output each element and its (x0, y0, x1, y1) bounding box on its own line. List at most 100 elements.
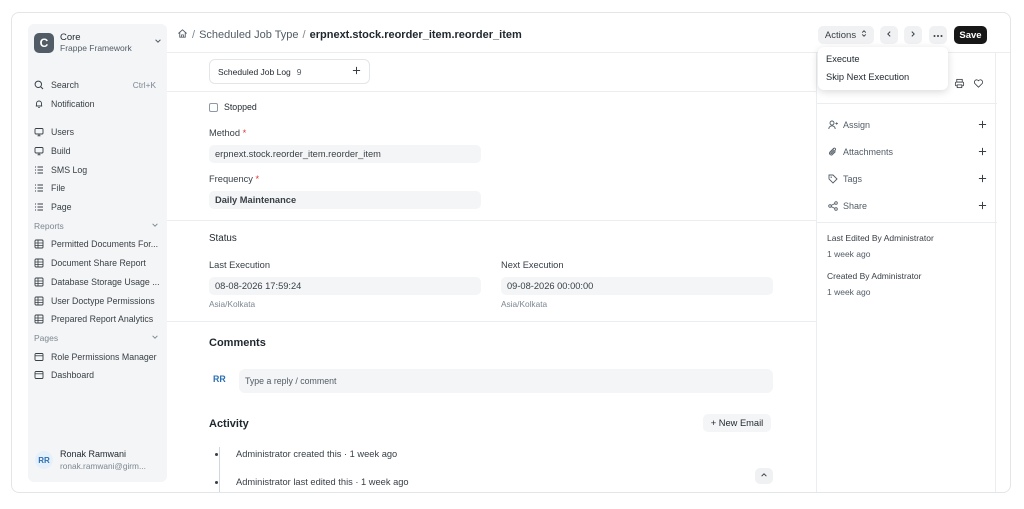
sidebar-item-report[interactable]: Prepared Report Analytics (28, 310, 167, 329)
scroll-to-top-button[interactable] (755, 468, 773, 484)
ellipsis-icon (933, 30, 943, 41)
created-time: 1 week ago (827, 287, 871, 297)
menu-item-skip-next-execution[interactable]: Skip Next Execution (818, 68, 948, 86)
table-icon (34, 239, 44, 249)
comments-title: Comments (209, 337, 266, 349)
form-sidebar: Assign Attachments Tags Share Last Edite… (816, 53, 997, 492)
list-icon (34, 165, 44, 175)
table-icon (34, 258, 44, 268)
assign-row[interactable]: Assign (827, 116, 987, 134)
tag-icon (827, 174, 838, 185)
divider (817, 222, 997, 223)
tags-row[interactable]: Tags (827, 170, 987, 188)
stopped-checkbox[interactable] (209, 102, 218, 112)
sidebar-item-build[interactable]: Build (28, 142, 167, 161)
search-icon (34, 80, 44, 90)
monitor-icon (34, 146, 44, 156)
new-email-button[interactable]: + New Email (703, 414, 771, 432)
window-icon (34, 370, 44, 380)
sidebar-item-sms-log[interactable]: SMS Log (28, 160, 167, 179)
sidebar-item-page-link[interactable]: Dashboard (28, 366, 167, 385)
chevron-down-icon (151, 221, 159, 231)
created-by: Created By Administrator (827, 271, 922, 281)
next-execution-field[interactable]: 09-08-2026 00:00:00 (501, 277, 773, 295)
status-section-title: Status (209, 233, 237, 244)
actions-dropdown-menu: Execute Skip Next Execution (818, 47, 948, 90)
sidebar-item-search[interactable]: Search Ctrl+K (28, 76, 167, 95)
table-icon (34, 296, 44, 306)
more-menu-button[interactable] (929, 26, 947, 44)
attachments-row[interactable]: Attachments (827, 143, 987, 161)
actions-button[interactable]: Actions (818, 26, 874, 44)
chevron-right-icon (909, 30, 917, 41)
last-edited-by: Last Edited By Administrator (827, 233, 934, 243)
sidebar-item-page-link[interactable]: Role Permissions Manager (28, 347, 167, 366)
user-add-icon (827, 120, 838, 131)
table-icon (34, 314, 44, 324)
divider (167, 220, 816, 221)
plus-icon[interactable] (978, 145, 987, 159)
avatar: RR (213, 374, 226, 384)
last-execution-field[interactable]: 08-08-2026 17:59:24 (209, 277, 481, 295)
breadcrumb-parent-link[interactable]: Scheduled Job Type (199, 29, 298, 41)
app-name: Core (60, 32, 81, 43)
app-logo: C (34, 33, 54, 53)
timeline-dot (215, 452, 218, 456)
app-subtitle: Frappe Framework (60, 43, 132, 53)
next-record-button[interactable] (904, 26, 922, 44)
plus-icon[interactable] (978, 118, 987, 132)
next-execution-timezone: Asia/Kolkata (501, 299, 548, 309)
heart-icon[interactable] (973, 78, 984, 91)
sidebar-section-reports[interactable]: Reports (28, 216, 167, 235)
user-menu[interactable]: RR Ronak Ramwani ronak.ramwani@girm... (35, 446, 161, 474)
sidebar-section-pages[interactable]: Pages (28, 329, 167, 348)
avatar: RR (35, 451, 53, 469)
save-button[interactable]: Save (954, 26, 987, 44)
divider (167, 321, 816, 322)
timeline-dot (215, 480, 218, 484)
app-switcher[interactable]: C Core Frappe Framework (34, 30, 162, 56)
prev-record-button[interactable] (880, 26, 898, 44)
home-icon[interactable] (177, 28, 188, 42)
sidebar-item-users[interactable]: Users (28, 123, 167, 142)
app-window: C Core Frappe Framework Search Ctrl+K No… (11, 12, 1011, 493)
last-edited-time: 1 week ago (827, 249, 871, 259)
menu-item-execute[interactable]: Execute (818, 50, 948, 68)
plus-icon[interactable] (978, 199, 987, 213)
activity-title: Activity (209, 418, 249, 430)
stopped-checkbox-row[interactable]: Stopped (209, 102, 257, 112)
plus-icon[interactable] (352, 66, 361, 78)
share-icon (827, 201, 838, 212)
sidebar-item-report[interactable]: User Doctype Permissions (28, 291, 167, 310)
sidebar-main-nav: Users Build SMS Log File Page Reports Pe… (28, 123, 167, 385)
divider (817, 103, 997, 104)
form-main: Scheduled Job Log 9 Stopped Method * erp… (167, 53, 816, 492)
sidebar: C Core Frappe Framework Search Ctrl+K No… (28, 24, 167, 482)
frequency-label: Frequency * (209, 174, 260, 184)
next-execution-label: Next Execution (501, 260, 564, 270)
chevron-up-icon (760, 471, 768, 481)
sidebar-top-nav: Search Ctrl+K Notification (28, 76, 167, 113)
chevron-up-down-icon (861, 29, 867, 41)
sidebar-item-report[interactable]: Permitted Documents For... (28, 235, 167, 254)
sidebar-item-page[interactable]: Page (28, 198, 167, 217)
search-shortcut: Ctrl+K (132, 80, 156, 91)
share-row[interactable]: Share (827, 197, 987, 215)
frequency-select[interactable]: Daily Maintenance (209, 191, 481, 209)
window-icon (34, 352, 44, 362)
sidebar-item-notification[interactable]: Notification (28, 95, 167, 114)
scheduled-job-log-link[interactable]: Scheduled Job Log 9 (209, 59, 370, 84)
sidebar-item-report[interactable]: Database Storage Usage ... (28, 273, 167, 292)
chevron-down-icon (151, 333, 159, 343)
printer-icon[interactable] (954, 78, 965, 91)
sidebar-item-file[interactable]: File (28, 179, 167, 198)
activity-item: Administrator created this · 1 week ago (215, 449, 397, 459)
method-field[interactable]: erpnext.stock.reorder_item.reorder_item (209, 145, 481, 163)
plus-icon[interactable] (978, 172, 987, 186)
last-execution-timezone: Asia/Kolkata (209, 299, 256, 309)
bell-icon (34, 99, 44, 109)
comment-input[interactable]: Type a reply / comment (239, 369, 773, 393)
list-icon (34, 183, 44, 193)
sidebar-item-report[interactable]: Document Share Report (28, 254, 167, 273)
user-name: Ronak Ramwani (60, 449, 127, 459)
